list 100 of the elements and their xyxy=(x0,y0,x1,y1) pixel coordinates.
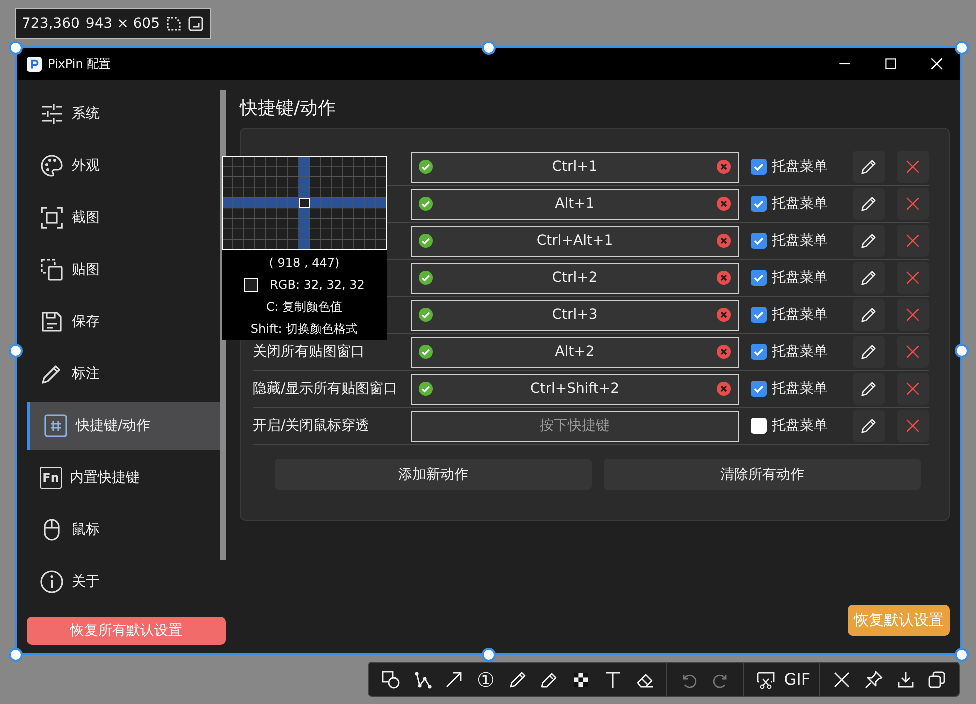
pencil-icon[interactable] xyxy=(508,670,528,690)
tray-menu-checkbox[interactable]: 托盘菜单 xyxy=(751,380,841,398)
checkbox[interactable] xyxy=(751,418,767,434)
rgb-value: RGB: 32, 32, 32 xyxy=(270,278,365,292)
clear-icon[interactable] xyxy=(716,196,732,212)
window-title: PixPin 配置 xyxy=(48,56,112,72)
action-label: 隐藏/显示所有贴图窗口 xyxy=(253,381,398,397)
delete-button[interactable] xyxy=(897,373,929,405)
dotted-frame-icon[interactable] xyxy=(166,16,182,32)
checkbox[interactable] xyxy=(751,270,767,286)
shortcut-field[interactable]: Ctrl+3 xyxy=(411,300,739,330)
delete-button[interactable] xyxy=(897,262,929,294)
sidebar-item[interactable]: 系统 xyxy=(27,88,220,140)
clear-actions-button[interactable]: 清除所有动作 xyxy=(604,459,921,490)
clear-icon[interactable] xyxy=(716,307,732,323)
info-icon xyxy=(40,570,64,594)
sidebar-item[interactable]: 贴图 xyxy=(27,244,220,296)
shortcut-field[interactable]: Alt+1 xyxy=(411,188,739,220)
shortcut-field[interactable]: Alt+2 xyxy=(411,336,739,368)
sidebar-item[interactable]: 关于 xyxy=(27,556,220,608)
edit-button[interactable] xyxy=(853,225,885,257)
polyline-icon[interactable] xyxy=(412,670,433,690)
download-icon[interactable] xyxy=(896,670,916,690)
clear-icon[interactable] xyxy=(716,159,732,175)
shortcut-field[interactable]: Ctrl+Alt+1 xyxy=(411,226,739,256)
shapes-icon[interactable] xyxy=(380,670,401,690)
key-hint: C: 复制颜色值 xyxy=(266,299,343,316)
checkbox[interactable] xyxy=(751,381,767,397)
tray-menu-checkbox[interactable]: 托盘菜单 xyxy=(751,195,841,213)
shortcut-field[interactable]: Ctrl+Shift+2 xyxy=(411,374,739,404)
tray-menu-checkbox[interactable]: 托盘菜单 xyxy=(751,269,841,287)
shortcut-field[interactable]: Ctrl+1 xyxy=(411,152,739,182)
app-logo-icon xyxy=(27,56,42,72)
edit-button[interactable] xyxy=(853,410,885,442)
tray-menu-checkbox[interactable]: 托盘菜单 xyxy=(751,417,841,435)
edit-button[interactable] xyxy=(853,151,885,183)
number-tool-button[interactable]: ① xyxy=(477,670,495,690)
overlapping-squares-icon xyxy=(40,258,64,282)
arrow-icon[interactable] xyxy=(444,670,464,690)
resize-icon[interactable] xyxy=(188,16,204,32)
sidebar-item[interactable]: 保存 xyxy=(27,296,220,348)
capture-frame-icon xyxy=(40,206,64,230)
delete-button[interactable] xyxy=(897,188,929,220)
delete-button[interactable] xyxy=(897,299,929,331)
checkbox[interactable] xyxy=(751,344,767,360)
sliders-icon xyxy=(40,102,64,126)
copy-icon[interactable] xyxy=(927,670,948,690)
sidebar-item[interactable]: Fn 内置快捷键 xyxy=(27,452,220,504)
resize-handle[interactable] xyxy=(9,41,23,55)
hash-key-icon xyxy=(44,414,68,438)
checkbox[interactable] xyxy=(751,307,767,323)
clear-icon[interactable] xyxy=(716,344,732,360)
resize-handle[interactable] xyxy=(9,648,23,662)
sidebar-item[interactable]: 截图 xyxy=(27,192,220,244)
delete-button[interactable] xyxy=(897,225,929,257)
check-circle-icon xyxy=(418,381,434,397)
resize-handle[interactable] xyxy=(955,41,969,55)
delete-button[interactable] xyxy=(897,336,929,368)
key-hint: Shift: 切换颜色格式 xyxy=(250,321,358,338)
add-action-button[interactable]: 添加新动作 xyxy=(275,459,592,490)
shortcut-field[interactable]: Ctrl+2 xyxy=(411,262,739,294)
resize-handle[interactable] xyxy=(955,648,969,662)
sidebar-item[interactable]: 鼠标 xyxy=(27,504,220,556)
pixel-coordinates: ( 918 , 447) xyxy=(269,255,340,272)
edit-button[interactable] xyxy=(853,336,885,368)
sidebar-item[interactable]: 标注 xyxy=(27,348,220,400)
tray-menu-checkbox[interactable]: 托盘菜单 xyxy=(751,343,841,361)
page-heading: 快捷键/动作 xyxy=(240,97,338,120)
checkbox[interactable] xyxy=(751,159,767,175)
checkbox[interactable] xyxy=(751,196,767,212)
clear-icon[interactable] xyxy=(716,270,732,286)
checkbox[interactable] xyxy=(751,233,767,249)
tray-menu-checkbox[interactable]: 托盘菜单 xyxy=(751,306,841,324)
delete-button[interactable] xyxy=(897,151,929,183)
resize-handle[interactable] xyxy=(9,344,23,358)
selection-size: 943 × 605 xyxy=(86,16,160,32)
check-circle-icon xyxy=(418,233,434,249)
shortcut-field[interactable]: 按下快捷键 xyxy=(411,410,739,442)
resize-handle[interactable] xyxy=(955,344,969,358)
scissors-frame-icon[interactable] xyxy=(756,670,776,690)
close-icon[interactable] xyxy=(832,670,852,690)
edit-button[interactable] xyxy=(853,373,885,405)
sidebar-item[interactable]: 外观 xyxy=(27,140,220,192)
check-circle-icon xyxy=(418,196,434,212)
tray-menu-checkbox[interactable]: 托盘菜单 xyxy=(751,158,841,176)
gif-button[interactable]: GIF xyxy=(784,670,811,690)
palette-icon xyxy=(40,154,64,178)
fn-key-icon: Fn xyxy=(40,467,62,489)
edit-button[interactable] xyxy=(853,262,885,294)
resize-handle[interactable] xyxy=(482,648,496,662)
tray-menu-checkbox[interactable]: 托盘菜单 xyxy=(751,232,841,250)
delete-button[interactable] xyxy=(897,410,929,442)
clear-icon[interactable] xyxy=(716,381,732,397)
edit-button[interactable] xyxy=(853,188,885,220)
pushpin-icon[interactable] xyxy=(864,670,884,690)
sidebar-item[interactable]: 快捷键/动作 xyxy=(27,402,220,450)
clear-icon[interactable] xyxy=(716,233,732,249)
action-label: 开启/关闭鼠标穿透 xyxy=(253,418,370,434)
edit-button[interactable] xyxy=(853,299,885,331)
resize-handle[interactable] xyxy=(482,41,496,55)
